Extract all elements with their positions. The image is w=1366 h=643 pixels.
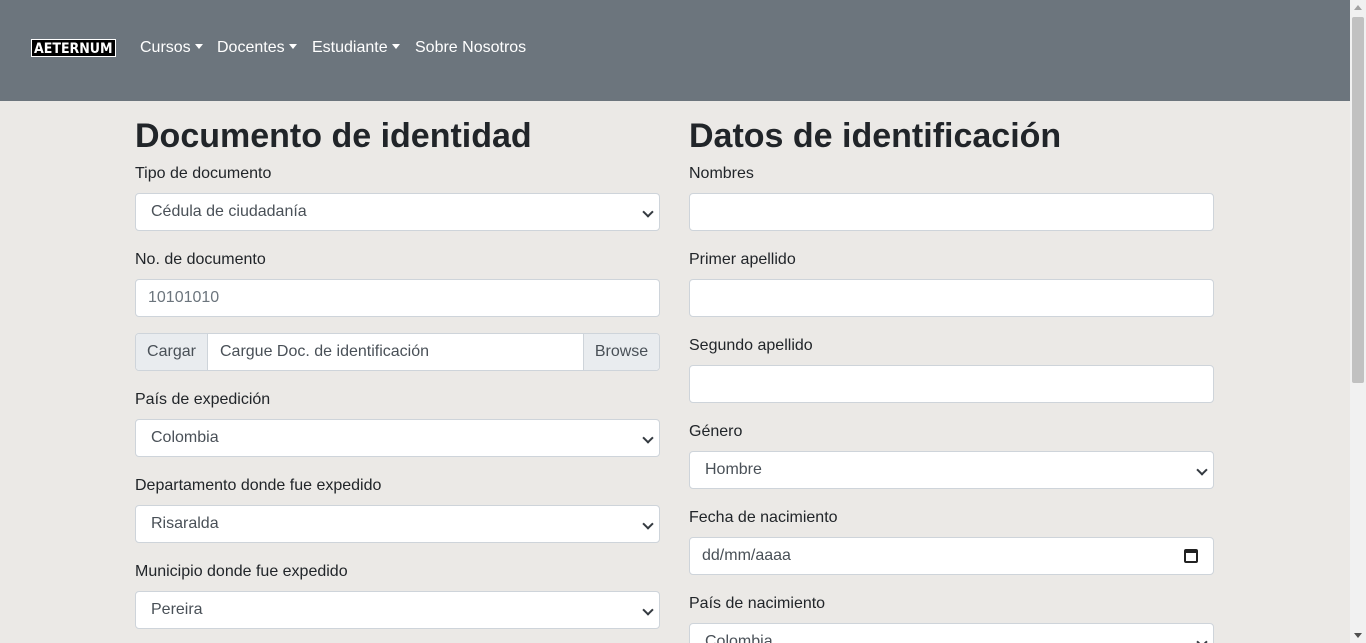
caret-down-icon (194, 44, 203, 49)
nombres-label: Nombres (689, 165, 754, 182)
municipio-expedicion-value: Pereira (151, 601, 203, 618)
pais-expedicion-select[interactable]: Colombia (135, 419, 660, 457)
scroll-up-arrow-icon[interactable] (1354, 5, 1362, 10)
num-documento-label: No. de documento (135, 251, 266, 268)
nav-cursos[interactable]: Cursos (140, 36, 203, 60)
departamento-expedicion-label: Departamento donde fue expedido (135, 477, 382, 494)
departamento-expedicion-select[interactable]: Risaralda (135, 505, 660, 543)
chevron-down-icon (1196, 464, 1208, 476)
upload-file-text[interactable]: Cargue Doc. de identificación (220, 334, 429, 370)
fecha-nacimiento-input[interactable]: dd/mm/aaaa (689, 537, 1214, 575)
section-title-datos: Datos de identificación (689, 117, 1062, 155)
nav-docentes[interactable]: Docentes (217, 36, 297, 60)
pais-nacimiento-select[interactable]: Colombia (689, 623, 1214, 643)
nav-docentes-label: Docentes (217, 39, 285, 56)
pais-nacimiento-value: Colombia (705, 633, 773, 643)
chevron-down-icon (642, 518, 654, 530)
caret-down-icon (391, 44, 400, 49)
segundo-apellido-label: Segundo apellido (689, 337, 813, 354)
primer-apellido-label: Primer apellido (689, 251, 796, 268)
fecha-nacimiento-label: Fecha de nacimiento (689, 509, 838, 526)
nav-sobre-nosotros[interactable]: Sobre Nosotros (415, 36, 526, 60)
tipo-documento-select[interactable]: Cédula de ciudadanía (135, 193, 660, 231)
scroll-down-arrow-icon[interactable] (1354, 633, 1362, 638)
chevron-down-icon (642, 206, 654, 218)
chevron-down-icon (1196, 636, 1208, 643)
browse-button[interactable]: Browse (583, 334, 659, 370)
nav-cursos-label: Cursos (140, 39, 191, 56)
pais-nacimiento-label: País de nacimiento (689, 595, 826, 612)
segundo-apellido-input[interactable] (689, 365, 1214, 403)
upload-doc-group[interactable]: Cargar Cargue Doc. de identificación Bro… (135, 333, 660, 371)
nombres-input[interactable] (689, 193, 1214, 231)
municipio-expedicion-label: Municipio donde fue expedido (135, 563, 348, 580)
pais-expedicion-value: Colombia (151, 429, 219, 446)
municipio-expedicion-select[interactable]: Pereira (135, 591, 660, 629)
upload-prepend-label: Cargar (136, 334, 208, 370)
nav-sobre-nosotros-label: Sobre Nosotros (415, 39, 527, 56)
scrollbar-thumb[interactable] (1352, 17, 1364, 383)
pais-expedicion-label: País de expedición (135, 391, 271, 408)
tipo-documento-label: Tipo de documento (135, 165, 272, 182)
chevron-down-icon (642, 604, 654, 616)
genero-value: Hombre (705, 461, 762, 478)
tipo-documento-value: Cédula de ciudadanía (151, 203, 307, 220)
chevron-down-icon (642, 432, 654, 444)
brand-logo[interactable]: AETERNUM (31, 39, 116, 57)
section-title-documento: Documento de identidad (135, 117, 532, 155)
genero-select[interactable]: Hombre (689, 451, 1214, 489)
primer-apellido-input[interactable] (689, 279, 1214, 317)
vertical-scrollbar[interactable] (1350, 0, 1366, 643)
calendar-icon[interactable] (1184, 549, 1198, 563)
navbar: AETERNUM Cursos Docentes Estudiante Sobr… (0, 0, 1350, 101)
departamento-expedicion-value: Risaralda (151, 515, 219, 532)
num-documento-placeholder: 10101010 (148, 289, 220, 306)
fecha-nacimiento-placeholder: dd/mm/aaaa (702, 547, 791, 564)
nav-estudiante-label: Estudiante (312, 39, 388, 56)
num-documento-input[interactable]: 10101010 (135, 279, 660, 317)
caret-down-icon (288, 44, 297, 49)
nav-estudiante[interactable]: Estudiante (312, 36, 400, 60)
genero-label: Género (689, 423, 743, 440)
